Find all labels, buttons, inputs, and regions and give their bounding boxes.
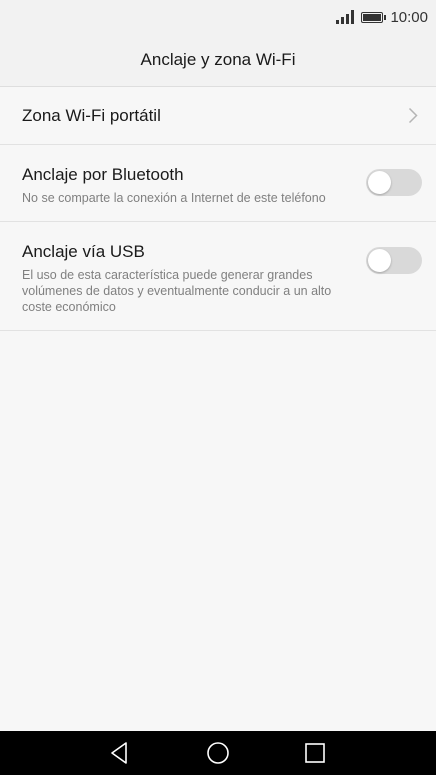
settings-list: Zona Wi-Fi portátil Anclaje por Bluetoot…	[0, 87, 436, 331]
setting-title: Anclaje vía USB	[22, 242, 145, 261]
status-time: 10:00	[390, 8, 428, 26]
usb-tethering-toggle[interactable]	[366, 247, 422, 274]
home-icon[interactable]	[205, 740, 231, 766]
setting-title: Zona Wi-Fi portátil	[22, 106, 161, 125]
setting-portable-hotspot[interactable]: Zona Wi-Fi portátil	[0, 87, 436, 145]
chevron-right-icon	[408, 107, 418, 124]
page-title: Anclaje y zona Wi-Fi	[140, 49, 296, 69]
signal-icon	[336, 10, 355, 24]
status-icons: 10:00	[336, 7, 428, 27]
setting-bluetooth-tethering[interactable]: Anclaje por Bluetooth No se comparte la …	[0, 145, 436, 222]
setting-usb-tethering[interactable]: Anclaje vía USB El uso de esta caracterí…	[0, 222, 436, 331]
bluetooth-tethering-toggle[interactable]	[366, 169, 422, 196]
setting-title: Anclaje por Bluetooth	[22, 165, 184, 184]
setting-description: No se comparte la conexión a Internet de…	[22, 191, 326, 205]
back-icon[interactable]	[108, 740, 134, 766]
title-bar: Anclaje y zona Wi-Fi	[0, 33, 436, 87]
toggle-knob	[368, 249, 391, 272]
setting-description: El uso de esta característica puede gene…	[22, 268, 332, 314]
status-bar: 10:00	[0, 0, 436, 33]
navigation-bar	[0, 731, 436, 775]
battery-icon	[361, 11, 387, 23]
toggle-knob	[368, 171, 391, 194]
recent-apps-icon[interactable]	[302, 740, 328, 766]
